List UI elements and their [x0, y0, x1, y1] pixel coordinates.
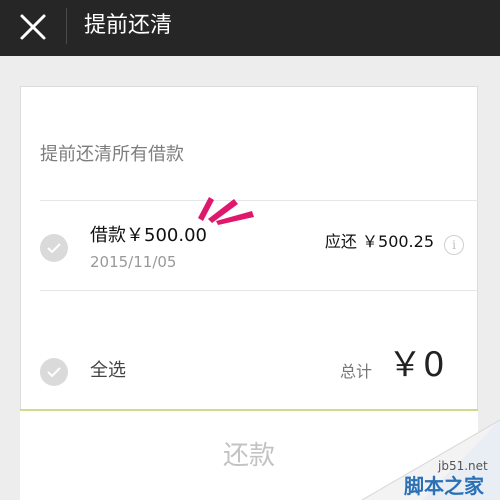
- check-icon: [47, 243, 61, 254]
- topbar-divider: [66, 8, 67, 44]
- total-value: ￥0: [388, 345, 446, 385]
- info-icon[interactable]: i: [444, 235, 464, 255]
- close-icon: [20, 14, 46, 40]
- loan-amount: 借款￥500.00: [90, 225, 207, 246]
- check-icon: [47, 367, 61, 378]
- close-button[interactable]: [16, 10, 50, 44]
- watermark-brand: 脚本之家: [404, 474, 484, 498]
- select-all-checkbox[interactable]: [40, 358, 68, 386]
- divider: [40, 290, 478, 291]
- loan-checkbox[interactable]: [40, 234, 68, 262]
- watermark-site: jb51.net: [438, 459, 488, 473]
- total-label: 总计: [340, 362, 373, 381]
- highlight-marks: [198, 197, 254, 225]
- page-title: 提前还清: [84, 13, 173, 38]
- select-all-label[interactable]: 全选: [90, 359, 126, 383]
- top-bar: 提前还清: [0, 0, 500, 56]
- amount-due: 应还 ￥500.25: [324, 232, 434, 251]
- loan-date: 2015/11/05: [90, 253, 177, 271]
- section-title: 提前还清所有借款: [40, 144, 184, 165]
